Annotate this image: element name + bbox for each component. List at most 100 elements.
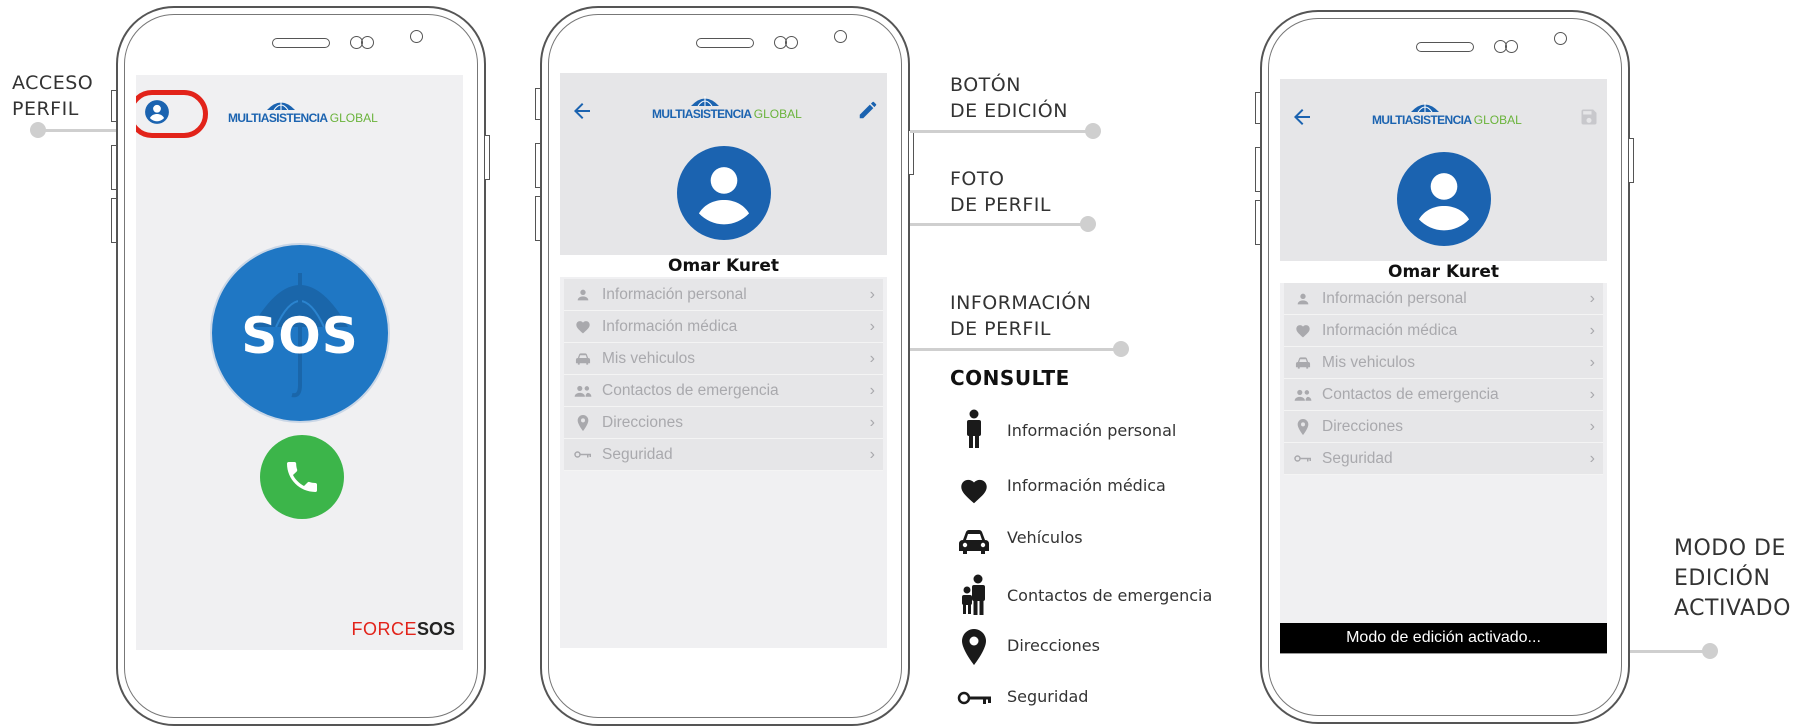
chevron-right-icon: › [869,317,875,335]
phone-camera [410,30,423,43]
profile-menu-item[interactable]: Información médica › [1284,315,1603,347]
location-pin-icon [1292,418,1314,435]
chevron-right-icon: › [869,413,875,431]
callout-acceso-perfil: ACCESO PERFIL [12,70,93,122]
legend-item-addresses: Direcciones [955,626,1275,668]
profile-menu-item[interactable]: Seguridad › [564,439,883,471]
save-icon [1581,109,1597,125]
chevron-right-icon: › [1589,321,1595,339]
profile-menu-label: Información personal [1322,289,1467,307]
legend-label: Información médica [1007,476,1166,495]
profile-menu-item[interactable]: Información personal › [1284,283,1603,315]
arrow-left-icon [574,103,590,119]
account-circle-icon [677,146,771,240]
people-icon [1292,388,1314,402]
callout-line-2: EDICIÓN [1674,566,1771,591]
profile-menu-item[interactable]: Direcciones › [564,407,883,439]
call-button[interactable] [260,435,344,519]
forcesos-force: FORCE [351,619,417,639]
save-button[interactable] [1579,107,1599,127]
sos-label: SOS [241,307,359,365]
profile-name: Omar Kuret [1280,261,1607,283]
person-icon [1292,291,1314,307]
legend-label: Vehículos [1007,528,1083,547]
phone-sensor [1505,40,1518,53]
back-button[interactable] [570,99,594,123]
power-button [908,130,914,175]
volume-button [1255,92,1261,124]
location-pin-icon [962,629,986,665]
key-icon [1292,454,1314,463]
callout-line-2: PERFIL [12,98,79,120]
profile-menu-item[interactable]: Seguridad › [1284,443,1603,475]
sos-button[interactable]: SOS [210,243,390,423]
car-icon [1292,356,1314,370]
edit-button[interactable] [857,99,879,121]
profile-menu: Información personal › Información médica ›… [564,279,883,471]
chevron-right-icon: › [869,445,875,463]
legend-item-security: Seguridad [955,682,1275,714]
callout-line-3: ACTIVADO [1674,596,1791,621]
phone-speaker [272,38,330,48]
callout-line-2: DE EDICIÓN [950,100,1068,122]
forcesos-logo: FORCESOS [351,619,455,640]
profile-menu-item[interactable]: Mis vehiculos › [1284,347,1603,379]
profile-menu-item[interactable]: Direcciones › [1284,411,1603,443]
chevron-right-icon: › [1589,353,1595,371]
phone-icon [287,462,317,492]
profile-menu-item[interactable]: Información personal › [564,279,883,311]
arrow-left-icon [1294,109,1310,125]
volume-button [1255,200,1261,245]
forcesos-sos: SOS [416,619,455,639]
umbrella-logo-icon [1411,102,1439,113]
legend-label: Direcciones [1007,636,1100,655]
car-icon [572,352,594,366]
home-screen: MULTIASISTENCIA GLOBAL SOS FORCESOS [136,75,463,650]
profile-photo[interactable] [1397,152,1491,246]
profile-menu-label: Información médica [1322,321,1458,339]
profile-menu-label: Información médica [602,317,738,335]
volume-button [535,88,541,120]
back-button[interactable] [1290,105,1314,129]
callout-connector [910,223,1090,226]
brand-logo: MULTIASISTENCIA GLOBAL [652,95,802,121]
phone-camera [834,30,847,43]
profile-menu-item[interactable]: Mis vehiculos › [564,343,883,375]
profile-screen: MULTIASISTENCIA GLOBAL Omar Kuret Inform… [560,73,887,648]
profile-menu-item[interactable]: Contactos de emergencia › [1284,379,1603,411]
profile-menu-label: Información personal [602,285,747,303]
chevron-right-icon: › [869,349,875,367]
profile-menu-label: Contactos de emergencia [1322,385,1499,403]
callout-line-1: FOTO [950,168,1005,190]
brand-multi: MULTIASISTENCIA [652,107,752,121]
phone-speaker [696,38,754,48]
legend-item-vehicles: Vehículos [955,522,1275,562]
legend-item-contacts: Contactos de emergencia [955,572,1275,618]
profile-menu: Información personal › Información médica ›… [1284,283,1603,475]
legend-item-person: Información personal [955,406,1275,452]
chevron-right-icon: › [1589,289,1595,307]
profile-menu-label: Contactos de emergencia [602,381,779,399]
legend-label: Contactos de emergencia [1007,586,1213,605]
profile-menu-item[interactable]: Contactos de emergencia › [564,375,883,407]
chevron-right-icon: › [1589,417,1595,435]
profile-menu-item[interactable]: Información médica › [564,311,883,343]
volume-button [535,196,541,241]
legend-title: CONSULTE [950,366,1070,390]
account-circle-icon [1397,152,1491,246]
legend-label: Información personal [1007,421,1177,440]
callout-line-2: DE PERFIL [950,194,1051,216]
profile-photo[interactable] [677,146,771,240]
phone-sensor [785,36,798,49]
callout-connector [910,130,1090,133]
chevron-right-icon: › [1589,385,1595,403]
person-icon [572,287,594,303]
location-pin-icon [572,414,594,431]
callout-dot [1702,643,1718,659]
volume-button [111,198,117,243]
profile-access-button[interactable] [144,99,170,125]
car-icon [959,530,989,554]
callout-dot [1085,123,1101,139]
umbrella-logo-icon [267,100,295,111]
edit-mode-screen: MULTIASISTENCIA GLOBAL Omar Kuret Inform… [1280,79,1607,663]
